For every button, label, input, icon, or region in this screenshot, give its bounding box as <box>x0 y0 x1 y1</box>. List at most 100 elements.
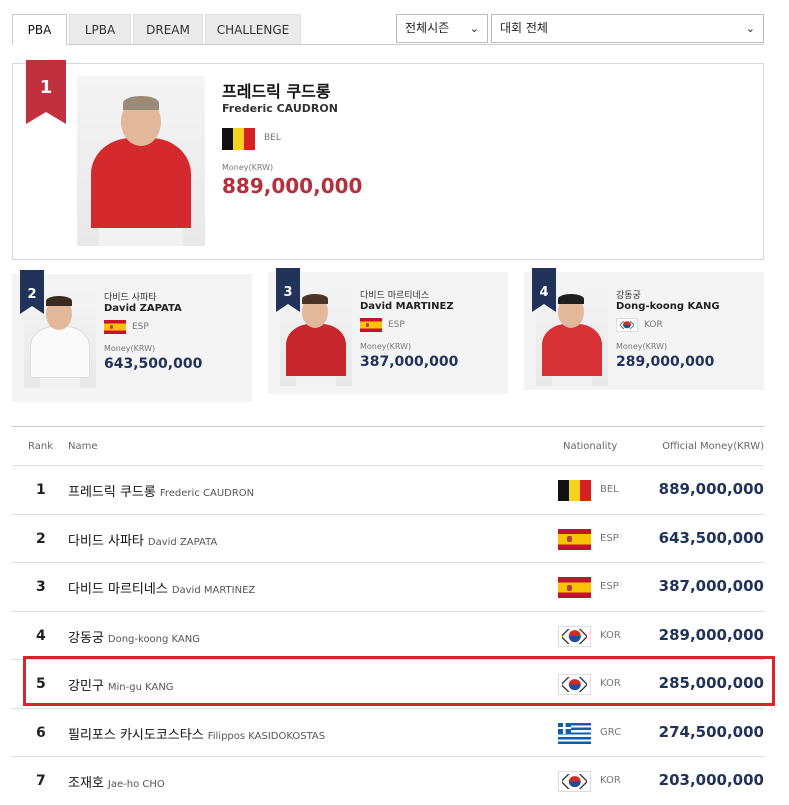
row-money: 203,000,000 <box>658 771 764 789</box>
player-name-ko: 다비드 마르티네스 <box>360 291 430 301</box>
row-name-en: David ZAPATA <box>147 536 218 548</box>
row-name: 필리포스 카시도코스타스 Filippos KASIDOKOSTAS <box>68 724 325 743</box>
tab-dream[interactable]: DREAM <box>133 14 203 45</box>
row-rank: 4 <box>36 627 46 644</box>
row-name-ko: 필리포스 카시도코스타스 <box>68 727 204 743</box>
row-name-en: Filippos KASIDOKOSTAS <box>207 730 326 742</box>
player-card-4[interactable]: 4 강동궁 Dong-koong KANG KOR Money(KRW) 289… <box>524 268 764 390</box>
money-label: Money(KRW) <box>222 163 274 172</box>
player-money: 889,000,000 <box>222 174 363 198</box>
col-name: Name <box>68 441 98 452</box>
rank-ribbon: 2 <box>20 270 44 314</box>
row-money: 289,000,000 <box>658 625 764 644</box>
player-name-ko: 강동궁 <box>616 291 641 301</box>
row-name-ko: 다비드 사파타 <box>68 533 144 549</box>
chevron-down-icon: ⌄ <box>469 22 479 35</box>
spain-flag-icon <box>558 577 591 598</box>
money-label: Money(KRW) <box>616 342 668 351</box>
korea-flag-icon <box>616 318 638 332</box>
money-label: Money(KRW) <box>360 342 412 351</box>
col-money: Official Money(KRW) <box>662 441 764 452</box>
row-name: 조재호 Jae-ho CHO <box>68 772 165 791</box>
row-name-ko: 프레드릭 쿠드롱 <box>68 485 156 500</box>
row-money: 643,500,000 <box>658 528 764 547</box>
row-money: 889,000,000 <box>658 480 764 498</box>
col-rank: Rank <box>28 441 53 452</box>
table-row[interactable]: 4 강동궁 Dong-koong KANG KOR 289,000,000 <box>12 612 764 660</box>
player-name-ko: 프레드릭 쿠드롱 <box>222 82 331 101</box>
player-nationality: ESP <box>132 322 149 332</box>
table-row[interactable]: 1 프레드릭 쿠드롱 Frederic CAUDRON BEL 889,000,0… <box>12 466 764 515</box>
row-rank: 3 <box>36 579 46 595</box>
table-header: Rank Name Nationality Official Money(KRW… <box>12 426 764 466</box>
player-money: 643,500,000 <box>104 356 203 372</box>
rank-ribbon: 3 <box>276 268 300 312</box>
row-name-ko: 조재호 <box>68 776 104 791</box>
player-name-en: David ZAPATA <box>104 303 182 314</box>
row-rank: 1 <box>36 482 46 498</box>
spain-flag-icon <box>104 320 126 334</box>
spain-flag-icon <box>360 318 382 332</box>
row-name-en: Jae-ho CHO <box>107 779 165 790</box>
top-player-card[interactable]: 1 프레드릭 쿠드롱 Frederic CAUDRON BEL Money(KR… <box>12 60 764 260</box>
greece-flag-icon <box>558 722 591 744</box>
player-nationality: ESP <box>388 320 405 330</box>
ranking-table: Rank Name Nationality Official Money(KRW… <box>12 426 764 805</box>
row-name-en: David MARTINEZ <box>171 585 256 596</box>
tournament-select[interactable]: 대회 전체 ⌄ <box>491 14 764 43</box>
money-label: Money(KRW) <box>104 344 156 353</box>
row-nationality: KOR <box>600 629 621 641</box>
belgium-flag-icon <box>222 128 255 150</box>
row-nationality: ESP <box>600 581 619 592</box>
table-row[interactable]: 2 다비드 사파타 David ZAPATA ESP 643,500,000 <box>12 515 764 563</box>
player-money: 387,000,000 <box>360 354 459 370</box>
season-select[interactable]: 전체시즌 ⌄ <box>396 14 488 43</box>
chevron-down-icon: ⌄ <box>745 22 755 35</box>
row-name: 다비드 마르티네스 David MARTINEZ <box>68 578 255 597</box>
table-row[interactable]: 3 다비드 마르티네스 David MARTINEZ ESP 387,000,00… <box>12 563 764 612</box>
row-nationality: KOR <box>600 775 621 786</box>
row-rank: 6 <box>36 724 46 741</box>
player-name-ko: 다비드 사파타 <box>104 293 157 303</box>
row-name-en: Dong-koong KANG <box>107 633 200 645</box>
player-money: 289,000,000 <box>616 354 715 370</box>
row-nationality: BEL <box>600 484 619 495</box>
player-nationality: KOR <box>644 320 663 330</box>
col-nationality: Nationality <box>563 441 618 452</box>
korea-flag-icon <box>558 771 591 792</box>
row-name-en: Frederic CAUDRON <box>159 488 255 499</box>
player-photo <box>77 76 205 246</box>
row-rank: 2 <box>36 530 46 547</box>
row-money: 387,000,000 <box>658 577 764 595</box>
season-select-value: 전체시즌 <box>405 21 450 35</box>
tab-pba[interactable]: PBA <box>12 14 67 45</box>
player-nationality: BEL <box>264 133 281 143</box>
player-name-en: Frederic CAUDRON <box>222 102 338 115</box>
table-row[interactable]: 7 조재호 Jae-ho CHO KOR 203,000,000 <box>12 757 764 805</box>
korea-flag-icon <box>558 625 591 647</box>
row-nationality: ESP <box>600 532 619 544</box>
player-name-en: David MARTINEZ <box>360 301 454 312</box>
tournament-select-value: 대회 전체 <box>500 21 548 35</box>
player-card-2[interactable]: 2 다비드 사파타 David ZAPATA ESP Money(KRW) 64… <box>12 270 252 402</box>
rank-ribbon: 4 <box>532 268 556 312</box>
player-name-en: Dong-koong KANG <box>616 301 720 312</box>
league-tabs: PBA LPBA DREAM CHALLENGE <box>12 14 303 45</box>
tab-challenge[interactable]: CHALLENGE <box>205 14 301 45</box>
row-name: 프레드릭 쿠드롱 Frederic CAUDRON <box>68 481 254 500</box>
row-name: 다비드 사파타 David ZAPATA <box>68 530 217 549</box>
tab-divider <box>12 44 764 45</box>
row-rank: 7 <box>36 773 46 789</box>
table-row[interactable]: 6 필리포스 카시도코스타스 Filippos KASIDOKOSTAS GRC … <box>12 709 764 757</box>
row-name-ko: 다비드 마르티네스 <box>68 582 168 597</box>
row-highlight-box <box>23 656 775 706</box>
player-card-3[interactable]: 3 다비드 마르티네스 David MARTINEZ ESP Money(KRW… <box>268 268 508 394</box>
tab-lpba[interactable]: LPBA <box>69 14 131 45</box>
row-name: 강동궁 Dong-koong KANG <box>68 627 200 646</box>
row-money: 274,500,000 <box>658 722 764 741</box>
row-name-ko: 강동궁 <box>68 630 104 646</box>
spain-flag-icon <box>558 528 591 550</box>
row-nationality: GRC <box>600 726 622 738</box>
rank-ribbon: 1 <box>26 60 66 124</box>
belgium-flag-icon <box>558 480 591 501</box>
